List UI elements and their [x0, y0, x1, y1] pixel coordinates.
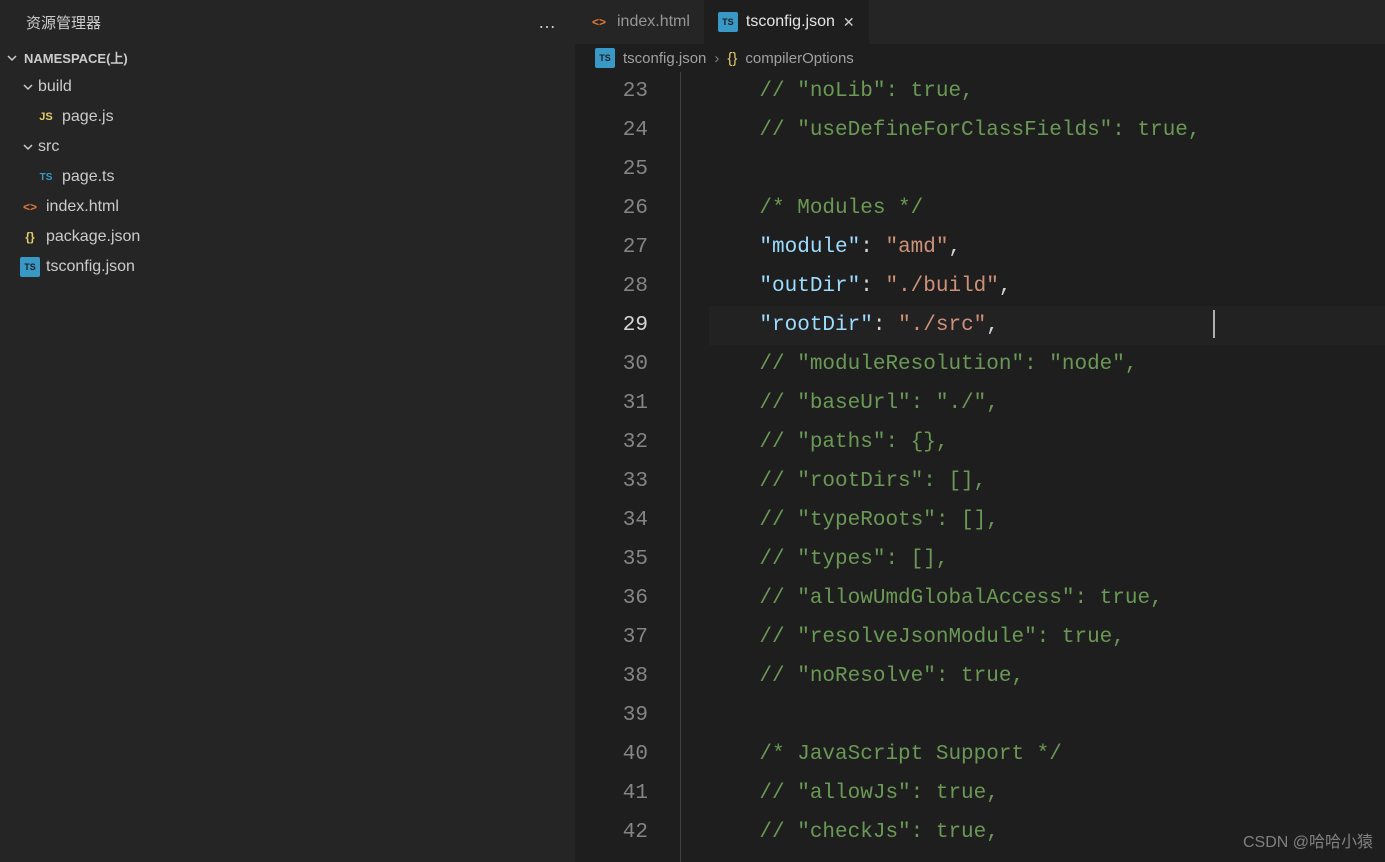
code-line[interactable]: // "allowUmdGlobalAccess": true,: [709, 579, 1385, 618]
line-number: 36: [575, 579, 648, 618]
file-icon: <>: [20, 197, 40, 217]
chevron-down-icon: [20, 141, 36, 153]
explorer-sidebar: 资源管理器 … NAMESPACE(上) build JS page.jssrc TS…: [0, 0, 575, 862]
code-line[interactable]: // "moduleResolution": "node",: [709, 345, 1385, 384]
line-number: 29: [575, 306, 648, 345]
line-number: 39: [575, 696, 648, 735]
file-icon: TS: [20, 257, 40, 277]
file-icon: <>: [589, 12, 609, 32]
file-label: page.js: [62, 108, 114, 126]
tab-bar: <> index.html TS tsconfig.json ✕: [575, 0, 1385, 44]
folder-src[interactable]: src: [0, 132, 575, 162]
tab-index-html[interactable]: <> index.html: [575, 0, 704, 44]
line-number: 27: [575, 228, 648, 267]
code-line[interactable]: /* Modules */: [709, 189, 1385, 228]
code-line[interactable]: [709, 150, 1385, 189]
line-number: 32: [575, 423, 648, 462]
file-icon: JS: [36, 107, 56, 127]
file-label: package.json: [46, 228, 140, 246]
line-number: 40: [575, 735, 648, 774]
file-label: page.ts: [62, 168, 114, 186]
breadcrumb-file[interactable]: tsconfig.json: [623, 50, 706, 67]
code-line[interactable]: "outDir": "./build",: [709, 267, 1385, 306]
line-number: 37: [575, 618, 648, 657]
tab-tsconfig-json[interactable]: TS tsconfig.json ✕: [704, 0, 869, 44]
code-line[interactable]: /* JavaScript Support */: [709, 735, 1385, 774]
folder-build[interactable]: build: [0, 72, 575, 102]
chevron-right-icon: ›: [714, 50, 719, 67]
explorer-header: 资源管理器 …: [0, 0, 575, 45]
file-tsconfig-json[interactable]: TS tsconfig.json: [0, 252, 575, 282]
line-number: 28: [575, 267, 648, 306]
code-line[interactable]: "rootDir": "./src",: [709, 306, 1385, 345]
file-icon: TS: [36, 167, 56, 187]
code-line[interactable]: // "paths": {},: [709, 423, 1385, 462]
code-line[interactable]: // "noResolve": true,: [709, 657, 1385, 696]
file-label: tsconfig.json: [46, 258, 135, 276]
code-line[interactable]: // "baseUrl": "./",: [709, 384, 1385, 423]
line-number: 41: [575, 774, 648, 813]
tab-label: index.html: [617, 13, 690, 31]
folder-label: src: [38, 138, 59, 156]
line-number: 33: [575, 462, 648, 501]
watermark: CSDN @哈哈小猿: [1243, 828, 1373, 852]
code-line[interactable]: // "resolveJsonModule": true,: [709, 618, 1385, 657]
file-tree: build JS page.jssrc TS page.ts <> index.html {}…: [0, 70, 575, 282]
tab-label: tsconfig.json: [746, 13, 835, 31]
braces-icon: {}: [727, 50, 737, 67]
line-number: 34: [575, 501, 648, 540]
line-number: 26: [575, 189, 648, 228]
workspace-name: NAMESPACE(上): [24, 48, 128, 67]
file-index-html[interactable]: <> index.html: [0, 192, 575, 222]
ts-icon: TS: [595, 48, 615, 68]
code-line[interactable]: // "rootDirs": [],: [709, 462, 1385, 501]
chevron-down-icon: [4, 50, 20, 66]
explorer-more-icon[interactable]: …: [538, 12, 557, 33]
code-line[interactable]: "module": "amd",: [709, 228, 1385, 267]
line-number: 23: [575, 72, 648, 111]
code-line[interactable]: // "allowJs": true,: [709, 774, 1385, 813]
close-icon[interactable]: ✕: [843, 14, 855, 31]
file-label: index.html: [46, 198, 119, 216]
file-page-js[interactable]: JS page.js: [0, 102, 575, 132]
file-page-ts[interactable]: TS page.ts: [0, 162, 575, 192]
fold-guide: [680, 72, 683, 862]
line-number: 31: [575, 384, 648, 423]
workspace-section[interactable]: NAMESPACE(上): [0, 45, 575, 70]
line-number: 38: [575, 657, 648, 696]
folder-label: build: [38, 78, 72, 96]
file-package-json[interactable]: {} package.json: [0, 222, 575, 252]
breadcrumb[interactable]: TS tsconfig.json › {} compilerOptions: [575, 44, 1385, 72]
file-icon: TS: [718, 12, 738, 32]
chevron-down-icon: [20, 81, 36, 93]
line-number-gutter: 2324252627282930313233343536373839404142: [575, 72, 680, 862]
code-line[interactable]: [709, 696, 1385, 735]
file-icon: {}: [20, 227, 40, 247]
line-number: 24: [575, 111, 648, 150]
line-number: 30: [575, 345, 648, 384]
line-number: 25: [575, 150, 648, 189]
code-line[interactable]: // "noLib": true,: [709, 72, 1385, 111]
line-number: 42: [575, 813, 648, 852]
editor-group: <>index.htmlTStsconfig.json✕ TS tsconfig…: [575, 0, 1385, 862]
breadcrumb-node[interactable]: compilerOptions: [745, 50, 853, 67]
explorer-title: 资源管理器: [26, 12, 101, 33]
code-line[interactable]: // "typeRoots": [],: [709, 501, 1385, 540]
text-cursor: [1213, 310, 1215, 338]
code-content[interactable]: // "noLib": true, // "useDefineForClassF…: [683, 72, 1385, 862]
line-number: 35: [575, 540, 648, 579]
code-line[interactable]: // "useDefineForClassFields": true,: [709, 111, 1385, 150]
code-editor[interactable]: 2324252627282930313233343536373839404142…: [575, 72, 1385, 862]
code-line[interactable]: // "types": [],: [709, 540, 1385, 579]
